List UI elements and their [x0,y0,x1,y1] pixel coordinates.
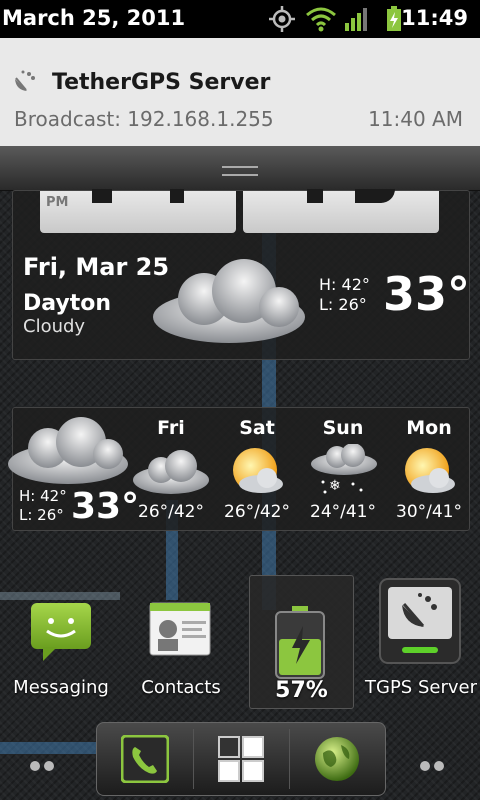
clock-digit-fragment [92,189,112,203]
cloudy-icon [149,257,309,351]
tgps-server-icon [378,577,462,669]
status-time: 11:49 [401,6,468,30]
wallpaper-stripe [0,742,98,754]
forecast-day-name: Mon [406,417,452,439]
weather-condition: Cloudy [23,316,86,337]
clock-digit-fragment [355,189,395,203]
battery-widget-icon [270,604,330,684]
weather-temp: 33° [383,267,471,321]
notification-time: 11:40 AM [368,107,463,131]
forecast-day-range: 26°/42° [224,502,290,522]
messaging-app[interactable]: Messaging [2,575,120,705]
wifi-icon [306,6,336,36]
page-indicator-right[interactable] [420,756,448,775]
browser-icon[interactable] [313,735,361,787]
tgps-server-app[interactable]: TGPS Server [362,575,480,705]
signal-icon [344,6,370,36]
snow-icon: ❄ [309,443,377,500]
page-dot [420,761,430,771]
forecast-day-name: Fri [157,417,185,439]
weather-city: Dayton [23,291,112,316]
notification-text: Broadcast: 192.168.1.255 [14,107,274,131]
battery-percent: 57% [275,678,328,703]
app-drawer-icon[interactable] [217,735,265,787]
forecast-day-range: 30°/41° [396,502,462,522]
page-indicator-left[interactable] [30,756,58,775]
clock-weather-widget[interactable]: PM Fri, Mar 25 Dayton Cloudy H: 42° L: 2… [12,189,471,360]
svg-text:❄: ❄ [329,478,341,494]
cloudy-icon [3,416,133,490]
phone-icon[interactable] [120,734,170,787]
forecast-widget[interactable]: H: 42° L: 26° 33° Fri 26°/42° Sat 26°/42… [8,407,470,531]
forecast-day-name: Sun [322,417,364,439]
page-dot [30,761,40,771]
partly-sunny-icon [227,444,287,500]
dock [96,722,386,796]
gps-icon [268,6,296,36]
forecast-day-range: 26°/42° [138,502,204,522]
clock-digit-fragment [170,189,184,203]
messaging-icon [29,601,93,669]
weather-date: Fri, Mar 25 [23,253,170,281]
clock-minute-card [243,189,439,233]
battery-charging-icon [386,6,402,36]
page-dot [44,761,54,771]
partly-sunny-icon [399,444,459,500]
forecast-current-high: H: 42° [19,487,67,505]
battery-widget[interactable]: 57% [249,575,354,709]
forecast-day-name: Sat [239,417,275,439]
status-date: March 25, 2011 [2,6,186,30]
contacts-icon [148,599,214,663]
clock-hour-card: PM [40,189,236,233]
clock-digit-fragment [307,189,323,203]
drag-grip-icon [222,166,258,176]
satellite-icon [12,68,38,94]
dock-separator [289,729,290,789]
forecast-day-range: 24°/41° [310,502,376,522]
notification-shade-handle[interactable] [0,146,480,191]
contacts-label: Contacts [141,677,221,698]
notification-title: TetherGPS Server [52,70,271,95]
status-bar[interactable]: March 25, 2011 11:49 [0,0,480,38]
weather-low: L: 26° [319,295,367,314]
page-dot [434,761,444,771]
weather-high: H: 42° [319,275,370,294]
notification-item[interactable]: TetherGPS Server Broadcast: 192.168.1.25… [0,38,480,147]
clock-meridiem: PM [46,195,69,210]
forecast-current-low: L: 26° [19,506,64,524]
tgps-server-label: TGPS Server [365,677,477,698]
messaging-label: Messaging [13,677,109,698]
contacts-app[interactable]: Contacts [122,575,240,705]
dock-separator [193,729,194,789]
cloudy-icon [131,444,209,500]
